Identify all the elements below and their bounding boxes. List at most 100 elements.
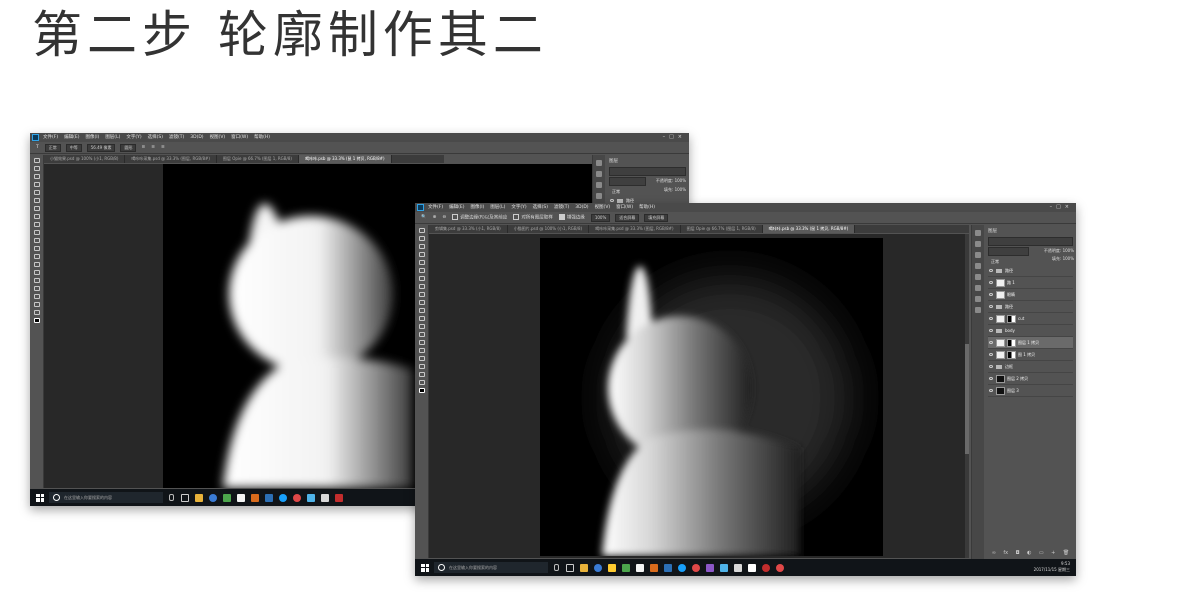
stamp-tool-icon[interactable] <box>33 222 40 227</box>
menu-layer[interactable]: 图层(L) <box>105 133 120 142</box>
zoom-in-icon[interactable]: ⊕ <box>433 215 437 220</box>
illustrator-icon[interactable] <box>650 563 658 572</box>
canvas-area[interactable]: 33.33% 文档:20.7M/76.6M <box>429 234 969 567</box>
eyedropper-tool-icon[interactable] <box>418 268 425 273</box>
blend-mode-select[interactable]: 正常 <box>44 143 61 152</box>
browser-icon[interactable] <box>209 493 217 502</box>
tab-document-1[interactable]: 小猫效果.psd @ 100% (小1, RGB/8) <box>44 155 126 163</box>
menu-file[interactable]: 文件(F) <box>428 203 443 212</box>
layer-row[interactable]: cut <box>988 313 1073 325</box>
fill-value[interactable]: 100% <box>675 187 686 192</box>
tab-document-2[interactable]: 小猫图片.psd @ 100% (小1, RGB/8) <box>508 225 590 233</box>
brush-shape-select[interactable]: 圆形 <box>120 143 137 152</box>
healing-tool-icon[interactable] <box>33 206 40 211</box>
microphone-icon[interactable] <box>169 494 174 501</box>
window-controls[interactable]: –□× <box>1050 203 1073 212</box>
visibility-eye-icon[interactable] <box>989 293 993 296</box>
layer-row[interactable]: 图层 1 拷贝 <box>988 337 1073 349</box>
color-swatch-icon[interactable] <box>33 318 40 323</box>
adjustments-panel-icon[interactable] <box>975 263 981 269</box>
fill-value[interactable]: 100% <box>1063 256 1074 261</box>
layer-row[interactable]: 眼睛 <box>988 289 1073 301</box>
scrollbar-thumb[interactable] <box>965 344 969 454</box>
layer-row[interactable]: 路 1 <box>988 277 1073 289</box>
color-panel-icon[interactable] <box>596 171 602 177</box>
app-icon-6[interactable] <box>720 563 728 572</box>
visibility-eye-icon[interactable] <box>989 305 993 308</box>
file-explorer-icon[interactable] <box>580 563 588 572</box>
taskbar-search-box[interactable]: 在这里输入你要搜索的内容 <box>434 562 548 573</box>
stamp-tool-icon[interactable] <box>418 292 425 297</box>
menu-window[interactable]: 窗口(W) <box>616 203 633 212</box>
opacity-value[interactable]: 100% <box>675 178 686 183</box>
app-icon-4[interactable] <box>307 493 315 502</box>
move-tool-icon[interactable] <box>33 158 40 163</box>
lasso-tool-icon[interactable] <box>418 244 425 249</box>
adjustment-layer-icon[interactable]: ◐ <box>1027 550 1031 556</box>
tab-document-active[interactable]: 喝咔咔.psb @ 33.3% (鼠 1 拷贝, RGB/8#) <box>762 225 856 233</box>
scrubby-zoom-option[interactable]: 增强边缘 <box>558 214 585 221</box>
dodge-tool-icon[interactable] <box>33 262 40 267</box>
zoom-tool-icon[interactable] <box>33 310 40 315</box>
menu-3d[interactable]: 3D(D) <box>575 203 588 212</box>
photoshop-taskbar-icon[interactable] <box>664 563 672 572</box>
taskbar-search-box[interactable]: 在这里输入你要搜索的内容 <box>49 492 163 503</box>
visibility-eye-icon[interactable] <box>989 317 993 320</box>
resize-windows-option[interactable]: 调整边缘(R)以及其前应 <box>452 214 507 221</box>
app-icon-10[interactable] <box>776 563 784 572</box>
menu-file[interactable]: 文件(F) <box>43 133 58 142</box>
crop-tool-icon[interactable] <box>418 260 425 265</box>
brush-tool-icon[interactable] <box>33 214 40 219</box>
zoom-tool-icon[interactable] <box>418 380 425 385</box>
hardness-select[interactable]: 中等 <box>65 143 82 152</box>
paths-panel-icon[interactable] <box>975 285 981 291</box>
channels-panel-icon[interactable] <box>975 296 981 302</box>
layer-row[interactable]: 图层 3 <box>988 385 1073 397</box>
healing-tool-icon[interactable] <box>418 276 425 281</box>
lasso-tool-icon[interactable] <box>33 174 40 179</box>
swatches-panel-icon[interactable] <box>596 182 602 188</box>
color-panel-icon[interactable] <box>975 241 981 247</box>
layer-mask-thumbnail[interactable] <box>1007 314 1016 323</box>
opacity-value[interactable]: 100% <box>1063 248 1074 253</box>
color-swatch-icon[interactable] <box>418 388 425 393</box>
cortana-icon[interactable] <box>53 494 60 501</box>
app-icon-5[interactable] <box>706 563 714 572</box>
marquee-tool-icon[interactable] <box>33 166 40 171</box>
fill-screen-button[interactable]: 填充屏幕 <box>644 213 669 222</box>
tab-document-2[interactable]: 喝咔咔采集.psd @ 33.3% (图层, RGB/8#) <box>125 155 217 163</box>
history-brush-tool-icon[interactable] <box>33 230 40 235</box>
eyedropper-tool-icon[interactable] <box>33 198 40 203</box>
visibility-eye-icon[interactable] <box>610 199 614 202</box>
menu-view[interactable]: 视图(V) <box>210 133 226 142</box>
menu-help[interactable]: 帮助(H) <box>639 203 655 212</box>
browser-icon[interactable] <box>594 563 602 572</box>
layer-style-icon[interactable]: fx <box>1003 550 1008 556</box>
task-view-icon[interactable] <box>566 563 574 572</box>
photoshop-window-front[interactable]: 文件(F) 编辑(E) 图像(I) 图层(L) 文字(Y) 选择(S) 滤镜(T… <box>415 203 1076 576</box>
quick-select-tool-icon[interactable] <box>33 182 40 187</box>
path-select-tool-icon[interactable] <box>418 356 425 361</box>
menu-filter[interactable]: 滤镜(T) <box>554 203 569 212</box>
history-brush-tool-icon[interactable] <box>418 300 425 305</box>
fit-screen-button[interactable]: 适合屏幕 <box>615 213 640 222</box>
tool-preset-icon[interactable]: T <box>36 145 39 150</box>
adjustments-panel-icon[interactable] <box>596 193 602 199</box>
layer-row[interactable]: 图 1 拷贝 <box>988 349 1073 361</box>
cortana-icon[interactable] <box>438 564 445 571</box>
dodge-tool-icon[interactable] <box>418 332 425 337</box>
align-right-icon[interactable]: ≡ <box>161 145 165 150</box>
tab-document-4[interactable]: 图层 Opie @ 66.7% (图层 1, RGB/8) <box>681 225 763 233</box>
layer-blend-select[interactable]: 正常 <box>988 247 1029 264</box>
hand-tool-icon[interactable] <box>33 302 40 307</box>
app-icon-1[interactable] <box>223 493 231 502</box>
app-icon-8[interactable] <box>748 563 756 572</box>
layer-row[interactable]: 图层 2 拷贝 <box>988 373 1073 385</box>
menu-select[interactable]: 选择(S) <box>148 133 163 142</box>
align-center-icon[interactable]: ≡ <box>151 145 155 150</box>
microphone-icon[interactable] <box>554 564 559 571</box>
tab-document-1[interactable]: 剪辑集.psd @ 33.3% (小1, RGB/8) <box>429 225 508 233</box>
history-panel-icon[interactable] <box>975 230 981 236</box>
menu-help[interactable]: 帮助(H) <box>254 133 270 142</box>
visibility-eye-icon[interactable] <box>989 341 993 344</box>
